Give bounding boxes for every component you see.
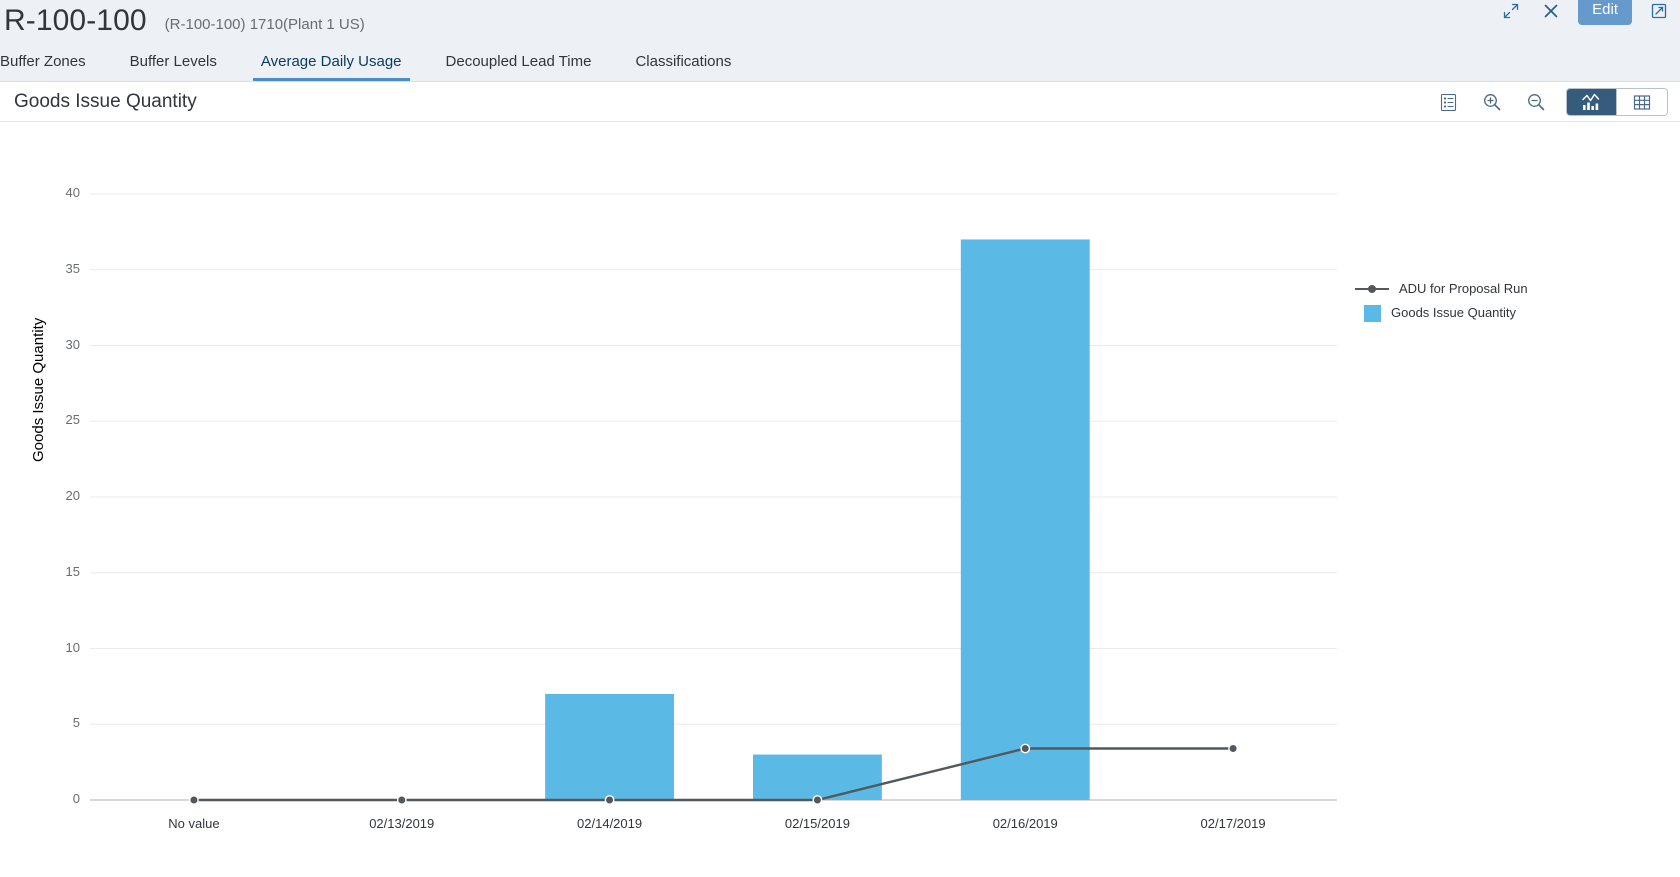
legend-item-goods-issue-quantity[interactable]: Goods Issue Quantity <box>1355 301 1528 325</box>
chart-title: Goods Issue Quantity <box>0 91 197 113</box>
legend-label: Goods Issue Quantity <box>1391 305 1516 321</box>
tab-classifications[interactable]: Classifications <box>613 53 753 81</box>
share-icon[interactable] <box>1646 0 1672 24</box>
tab-buffer-levels[interactable]: Buffer Levels <box>108 53 239 81</box>
x-tick-label: 02/17/2019 <box>1153 816 1313 831</box>
tab-label: Buffer Levels <box>130 53 217 70</box>
y-tick-label: 15 <box>40 564 80 579</box>
y-tick-label: 35 <box>40 261 80 276</box>
x-tick-label: 02/14/2019 <box>530 816 690 831</box>
chart-view-icon[interactable] <box>1567 88 1617 116</box>
zoom-in-icon[interactable] <box>1470 87 1514 117</box>
tab-buffer-zones[interactable]: Buffer Zones <box>0 53 108 81</box>
y-tick-label: 40 <box>40 185 80 200</box>
tab-average-daily-usage[interactable]: Average Daily Usage <box>239 53 424 81</box>
tab-label: Decoupled Lead Time <box>446 53 592 70</box>
x-tick-label: 02/16/2019 <box>945 816 1105 831</box>
edit-button[interactable]: Edit <box>1578 0 1632 25</box>
chart-plot-area[interactable]: Goods Issue Quantity 0 5 10 15 20 25 30 35 40 No… <box>0 122 1680 876</box>
y-tick-label: 30 <box>40 337 80 352</box>
page-subtitle: (R-100-100) 1710(Plant 1 US) <box>165 7 365 35</box>
y-tick-label: 10 <box>40 640 80 655</box>
expand-icon[interactable] <box>1498 0 1524 24</box>
y-tick-label: 20 <box>40 488 80 503</box>
details-list-icon[interactable] <box>1426 87 1470 117</box>
view-toggle-group <box>1566 88 1668 116</box>
chart-legend: ADU for Proposal Run Goods Issue Quantit… <box>1355 277 1528 325</box>
title-row: R-100-100 (R-100-100) 1710(Plant 1 US) <box>0 0 365 41</box>
tab-label: Classifications <box>635 53 731 70</box>
bar-swatch-icon <box>1364 305 1381 322</box>
x-tick-label: No value <box>114 816 274 831</box>
app-page: R-100-100 (R-100-100) 1710(Plant 1 US) E… <box>0 0 1680 877</box>
legend-label: ADU for Proposal Run <box>1399 281 1528 297</box>
close-icon[interactable] <box>1538 0 1564 24</box>
icon-tab-bar: Buffer Zones Buffer Levels Average Daily… <box>0 41 1680 82</box>
legend-item-adu[interactable]: ADU for Proposal Run <box>1355 277 1528 301</box>
line-marker-icon <box>1355 283 1389 295</box>
chart-card: Goods Issue Quantity <box>0 82 1680 877</box>
tab-decoupled-lead-time[interactable]: Decoupled Lead Time <box>424 53 614 81</box>
y-tick-label: 0 <box>40 791 80 806</box>
chart-card-header: Goods Issue Quantity <box>0 82 1680 122</box>
tab-label: Buffer Zones <box>0 53 86 70</box>
y-tick-label: 25 <box>40 412 80 427</box>
y-tick-label: 5 <box>40 715 80 730</box>
chart-canvas[interactable] <box>0 122 1680 876</box>
x-tick-label: 02/15/2019 <box>737 816 897 831</box>
table-view-icon[interactable] <box>1617 88 1667 116</box>
x-tick-label: 02/13/2019 <box>322 816 482 831</box>
chart-toolbar <box>1426 82 1668 122</box>
object-page-header: R-100-100 (R-100-100) 1710(Plant 1 US) E… <box>0 0 1680 41</box>
header-actions: Edit <box>1498 0 1672 31</box>
page-title: R-100-100 <box>0 6 147 36</box>
zoom-out-icon[interactable] <box>1514 87 1558 117</box>
tab-label: Average Daily Usage <box>261 53 402 70</box>
